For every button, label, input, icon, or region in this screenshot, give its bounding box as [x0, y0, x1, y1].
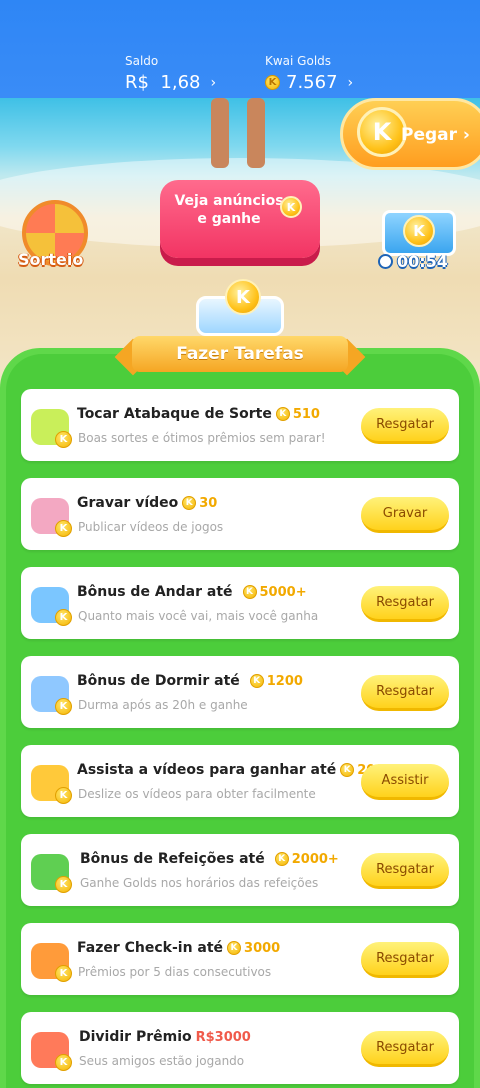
pegar-label: Pegar [401, 125, 458, 145]
saldo-value: R$ 1,68 [125, 72, 201, 93]
gift-box-icon: K [31, 1028, 75, 1072]
meal-calendar-icon: K [31, 850, 75, 894]
task-subtitle: Durma após as 20h e ganhe [78, 698, 248, 712]
task-subtitle: Publicar vídeos de jogos [78, 520, 224, 534]
task-subtitle: Ganhe Golds nos horários das refeições [80, 876, 319, 890]
resgatar-button[interactable]: Resgatar [361, 942, 449, 978]
coin-chest-icon[interactable]: K [382, 210, 456, 256]
coin-icon: K [182, 496, 197, 510]
task-reward: 30 [199, 495, 218, 511]
kwai-coin-icon: K [403, 215, 435, 247]
task-title: Tocar Atabaque de Sorte [77, 406, 272, 422]
task-card: K Assista a vídeos para ganhar atéK2000 … [21, 745, 459, 817]
coin-icon: K [227, 941, 242, 955]
coin-icon: K [242, 585, 257, 599]
chevron-right-icon: › [347, 74, 354, 91]
resgatar-button[interactable]: Resgatar [361, 586, 449, 622]
task-reward: 2000+ [291, 851, 339, 867]
task-subtitle: Boas sortes e ótimos prêmios sem parar! [78, 431, 326, 445]
kwai-coin-icon: K [280, 196, 302, 218]
video-camera-icon: K [31, 761, 75, 805]
task-card: K Gravar vídeo K 30 Publicar vídeos de jog… [21, 478, 459, 550]
saldo-label: Saldo [125, 54, 159, 68]
resgatar-button[interactable]: Resgatar [361, 853, 449, 889]
task-title: Gravar vídeo [77, 495, 179, 511]
timer-value: 00:54 [397, 252, 448, 271]
record-video-icon: K [31, 494, 75, 538]
task-reward: R$3000 [195, 1029, 251, 1045]
task-reward: 3000 [244, 940, 281, 956]
task-subtitle: Deslize os vídeos para obter facilmente [78, 787, 316, 801]
task-card: K Dividir Prêmio R$3000 Seus amigos estão… [21, 1012, 459, 1084]
task-card: K Bônus de Refeições até K 2000+ Ganhe Gol… [21, 834, 459, 906]
watch-ads-label: Veja anúncios e ganhe [174, 193, 284, 227]
kwai-coin-icon: K [265, 75, 280, 90]
golds-value: 7.567 [286, 72, 338, 93]
moon-sleep-icon: K [31, 672, 75, 716]
task-card: K Tocar Atabaque de Sorte K 510 Boas sorte… [21, 389, 459, 461]
section-title: Fazer Tarefas [132, 336, 348, 372]
kwai-coin-icon: K [225, 279, 261, 315]
task-card: K Fazer Check-in até K 3000 Prêmios por 5 … [21, 923, 459, 995]
resgatar-button[interactable]: Resgatar [361, 675, 449, 711]
task-title: Bônus de Dormir até [77, 673, 240, 689]
chevron-right-icon: › [210, 74, 217, 91]
task-card: K Bônus de Dormir até K 1200 Durma após as… [21, 656, 459, 728]
task-chest-icon: K [196, 279, 284, 336]
coin-icon: K [275, 407, 290, 421]
task-subtitle: Quanto mais você vai, mais você ganha [78, 609, 319, 623]
sorteio-label[interactable]: Sorteio [18, 250, 83, 269]
task-reward: 510 [292, 406, 320, 422]
saldo-stat[interactable]: Saldo R$ 1,68 › [125, 54, 216, 93]
checkin-calendar-icon: K [31, 939, 75, 983]
clock-icon [378, 254, 393, 269]
task-title: Fazer Check-in até [77, 940, 224, 956]
pegar-button[interactable]: K Pegar › [340, 98, 480, 170]
coin-icon: K [249, 674, 264, 688]
task-reward: 1200 [266, 673, 303, 689]
countdown-timer: 00:54 [378, 252, 448, 271]
task-card: K Bônus de Andar até K 5000+ Quanto mais v… [21, 567, 459, 639]
coin-icon: K [340, 763, 355, 777]
walking-icon: K [31, 583, 75, 627]
task-title: Bônus de Andar até [77, 584, 233, 600]
drum-icon: K [31, 405, 75, 449]
golds-label: Kwai Golds [265, 54, 332, 68]
character-legs [205, 98, 285, 178]
resgatar-button[interactable]: Resgatar [361, 1031, 449, 1067]
assistir-button[interactable]: Assistir [361, 764, 449, 800]
resgatar-button[interactable]: Resgatar [361, 408, 449, 444]
task-title: Dividir Prêmio [79, 1029, 192, 1045]
coin-icon: K [274, 852, 289, 866]
task-reward: 5000+ [259, 584, 307, 600]
balance-header: Saldo R$ 1,68 › Kwai Golds K 7.567 › [0, 0, 480, 98]
task-title: Bônus de Refeições até [80, 851, 265, 867]
task-subtitle: Prêmios por 5 dias consecutivos [78, 965, 272, 979]
gravar-button[interactable]: Gravar [361, 497, 449, 533]
task-title: Assista a vídeos para ganhar até [77, 762, 337, 778]
watch-ads-button[interactable]: Veja anúncios e ganhe K [160, 180, 320, 258]
kwai-coin-icon: K [357, 107, 407, 157]
golds-stat[interactable]: Kwai Golds K 7.567 › [265, 54, 353, 93]
